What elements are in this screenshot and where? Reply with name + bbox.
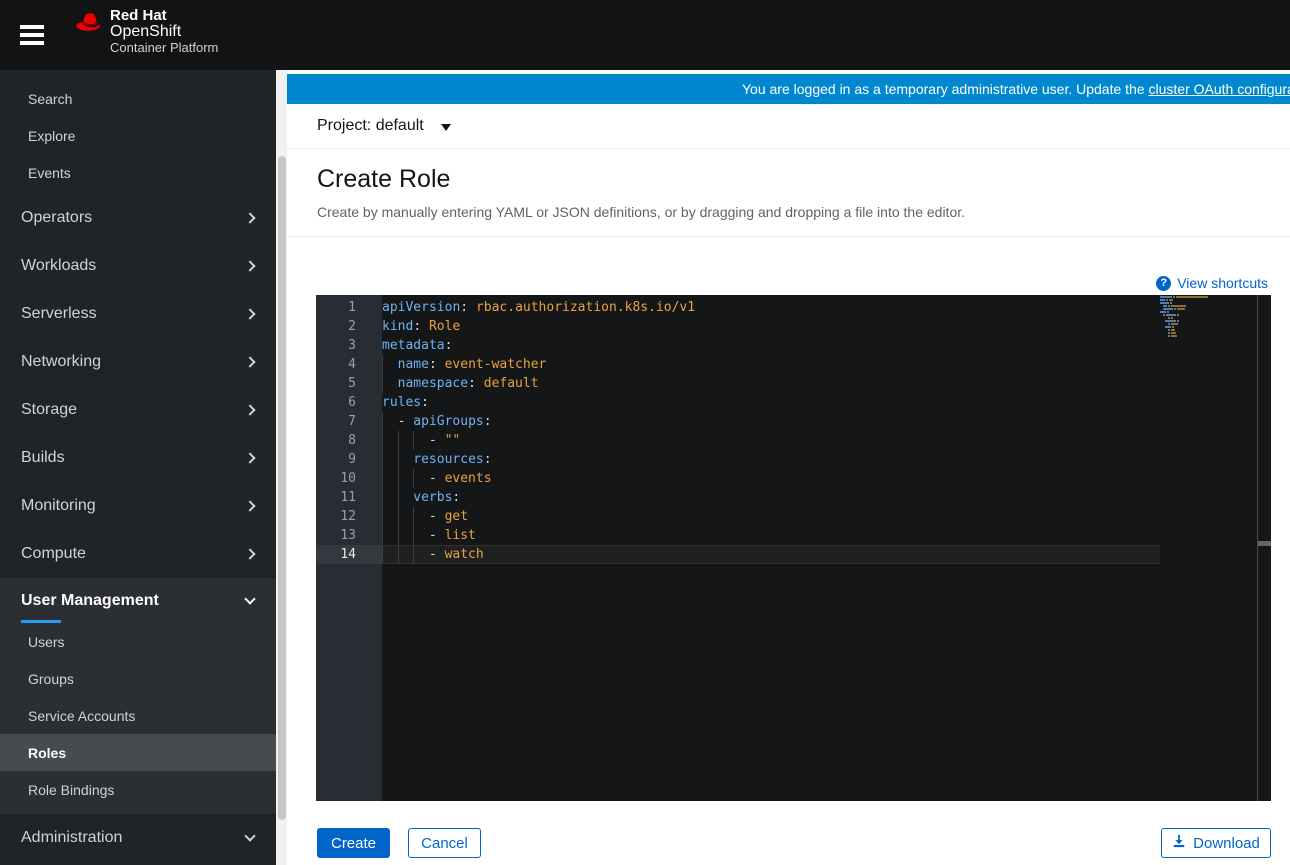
brand-logo: Red Hat OpenShift Container Platform [74, 8, 218, 55]
sidebar-section-serverless[interactable]: Serverless [0, 290, 276, 338]
view-shortcuts-link[interactable]: ? View shortcuts [1156, 275, 1268, 291]
question-circle-icon: ? [1156, 276, 1171, 291]
minimap-separator [1257, 295, 1258, 801]
sidebar-section-administration[interactable]: Administration [0, 814, 276, 862]
cluster-oauth-configuration-link[interactable]: cluster OAuth configuration [1149, 81, 1290, 97]
sidebar-section-monitoring[interactable]: Monitoring [0, 482, 276, 530]
editor-lines[interactable]: apiVersion: rbac.authorization.k8s.io/v1… [382, 295, 1160, 564]
page-header: Create Role Create by manually entering … [287, 149, 1290, 237]
sidebar-item-users[interactable]: Users [0, 623, 276, 660]
editor-gutter: 1234567891011121314 [316, 295, 382, 801]
chevron-right-icon [244, 356, 255, 367]
sidebar-item-roles[interactable]: Roles [0, 734, 276, 771]
redhat-fedora-icon [74, 8, 104, 40]
brand-product: OpenShift [110, 23, 218, 40]
project-dropdown[interactable]: Project: default [317, 117, 451, 135]
sidebar-item-search[interactable]: Search [0, 80, 276, 117]
sidebar-section-user-management[interactable]: User Management [0, 578, 276, 623]
sidebar-section-compute[interactable]: Compute [0, 530, 276, 578]
overview-ruler-cursor-mark [1258, 541, 1271, 546]
brand-platform: Container Platform [110, 40, 218, 55]
nav-toggle-hamburger-icon[interactable] [20, 25, 44, 45]
sidebar-section-builds[interactable]: Builds [0, 434, 276, 482]
chevron-right-icon [244, 500, 255, 511]
chevron-right-icon [244, 260, 255, 271]
chevron-right-icon [244, 308, 255, 319]
cancel-button[interactable]: Cancel [408, 828, 481, 858]
caret-down-icon [441, 124, 451, 131]
page-subtitle: Create by manually entering YAML or JSON… [317, 204, 1290, 220]
yaml-editor[interactable]: 1234567891011121314 apiVersion: rbac.aut… [316, 295, 1271, 801]
sidebar-scrollbar[interactable] [276, 70, 287, 865]
sidebar-section-networking[interactable]: Networking [0, 338, 276, 386]
project-bar: Project: default [287, 104, 1290, 149]
create-button[interactable]: Create [317, 828, 390, 858]
sidebar-item-service-accounts[interactable]: Service Accounts [0, 697, 276, 734]
sidebar-item-groups[interactable]: Groups [0, 660, 276, 697]
download-button[interactable]: Download [1161, 828, 1271, 858]
chevron-right-icon [244, 212, 255, 223]
brand-name: Red Hat [110, 8, 218, 23]
sidebar-nav: Search Explore Events Operators Workload… [0, 70, 276, 865]
masthead: Red Hat OpenShift Container Platform [0, 0, 1290, 70]
chevron-down-icon [244, 830, 255, 841]
active-section-indicator [21, 620, 61, 623]
sidebar-section-user-management-expanded: User Management Users Groups Service Acc… [0, 578, 276, 814]
download-icon [1172, 834, 1193, 852]
sidebar-item-role-bindings[interactable]: Role Bindings [0, 771, 276, 808]
sidebar-section-workloads[interactable]: Workloads [0, 242, 276, 290]
sidebar-section-storage[interactable]: Storage [0, 386, 276, 434]
chevron-right-icon [244, 548, 255, 559]
chevron-right-icon [244, 452, 255, 463]
editor-minimap[interactable] [1160, 296, 1256, 801]
chevron-down-icon [244, 593, 255, 604]
sidebar-section-operators[interactable]: Operators [0, 194, 276, 242]
banner-text: You are logged in as a temporary adminis… [742, 81, 1290, 97]
temporary-admin-banner: You are logged in as a temporary adminis… [287, 74, 1290, 104]
chevron-right-icon [244, 404, 255, 415]
page-title: Create Role [317, 165, 1290, 194]
sidebar-item-explore[interactable]: Explore [0, 117, 276, 154]
sidebar-scrollbar-thumb[interactable] [278, 156, 286, 820]
main-content: You are logged in as a temporary adminis… [287, 70, 1290, 865]
sidebar-item-events[interactable]: Events [0, 154, 276, 191]
